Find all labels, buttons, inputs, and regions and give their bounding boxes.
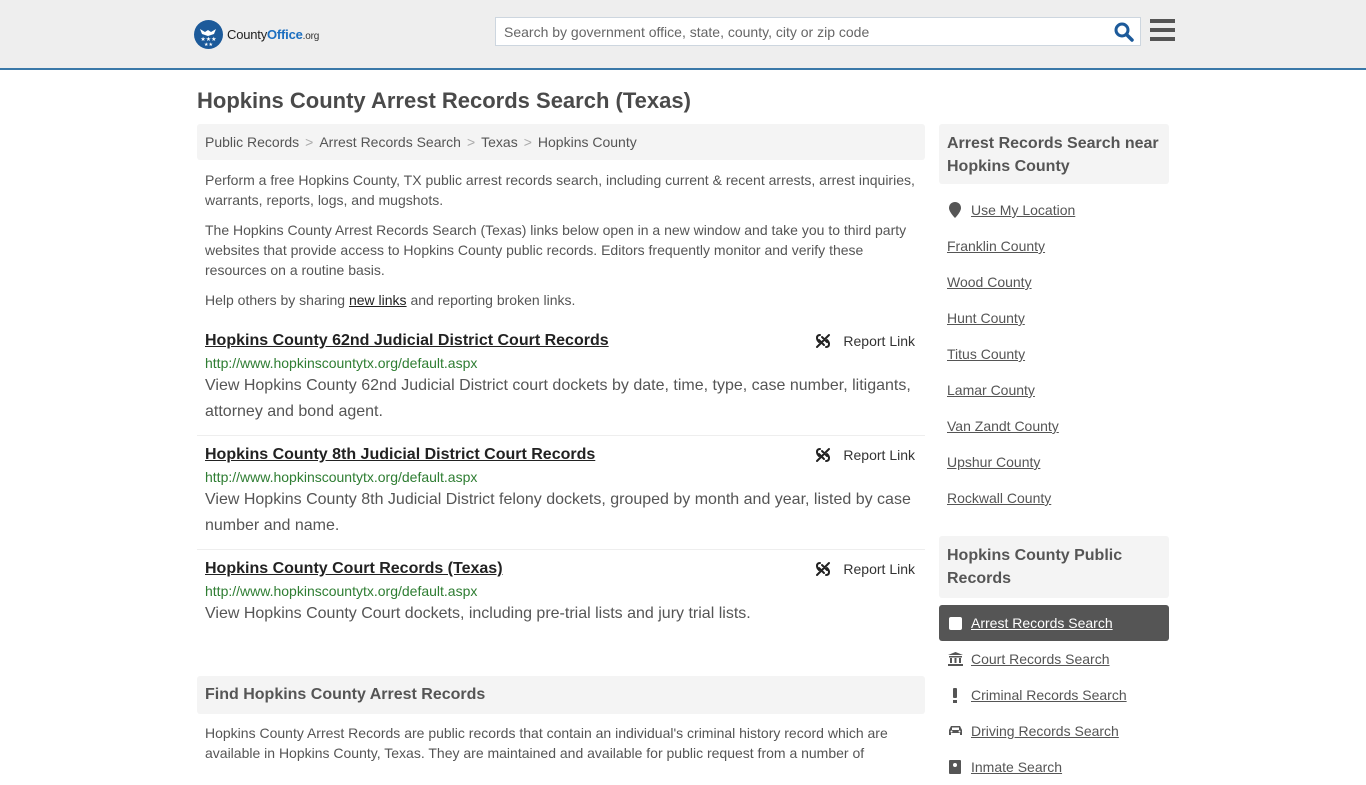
breadcrumb-texas[interactable]: Texas bbox=[481, 134, 518, 150]
inmate-icon bbox=[947, 760, 963, 774]
nearby-county-item: Upshur County bbox=[947, 444, 1167, 480]
square-icon bbox=[947, 616, 963, 630]
public-records-heading: Hopkins County Public Records bbox=[939, 536, 1169, 598]
broken-link-icon bbox=[816, 448, 831, 462]
site-logo[interactable]: ★★★ ★★ CountyOffice.org bbox=[194, 20, 319, 49]
county-link[interactable]: Lamar County bbox=[947, 382, 1035, 398]
report-link-button[interactable]: Report Link bbox=[815, 447, 915, 463]
breadcrumb-arrest-records-search[interactable]: Arrest Records Search bbox=[319, 134, 461, 150]
nearby-heading: Arrest Records Search near Hopkins Count… bbox=[939, 124, 1169, 184]
county-link[interactable]: Wood County bbox=[947, 274, 1032, 290]
public-records-item-driving[interactable]: Driving Records Search bbox=[939, 713, 1169, 749]
intro-paragraph-2: The Hopkins County Arrest Records Search… bbox=[205, 222, 907, 278]
public-records-link[interactable]: Driving Records Search bbox=[971, 723, 1119, 739]
county-link[interactable]: Rockwall County bbox=[947, 490, 1051, 506]
public-records-link[interactable]: Inmate Search bbox=[971, 759, 1062, 775]
breadcrumb-separator: > bbox=[466, 134, 476, 150]
breadcrumb-public-records[interactable]: Public Records bbox=[205, 134, 299, 150]
nearby-county-item: Van Zandt County bbox=[947, 408, 1167, 444]
county-link[interactable]: Franklin County bbox=[947, 238, 1045, 254]
public-records-item-inmate[interactable]: Inmate Search bbox=[939, 749, 1169, 785]
breadcrumb-separator: > bbox=[305, 134, 314, 150]
broken-link-icon bbox=[816, 562, 831, 576]
exclamation-icon bbox=[947, 687, 963, 703]
top-bar: ★★★ ★★ CountyOffice.org bbox=[0, 0, 1366, 70]
result-item: Hopkins County 62nd Judicial District Co… bbox=[197, 322, 925, 436]
intro-paragraph-1: Perform a free Hopkins County, TX public… bbox=[205, 172, 915, 208]
intro-text: Perform a free Hopkins County, TX public… bbox=[205, 170, 920, 320]
map-pin-icon bbox=[947, 202, 963, 218]
breadcrumb-separator: > bbox=[523, 134, 532, 150]
breadcrumb: Public Records > Arrest Records Search > Tex… bbox=[197, 124, 925, 160]
hamburger-menu-icon[interactable] bbox=[1150, 19, 1175, 41]
new-links-link[interactable]: new links bbox=[349, 292, 407, 308]
nearby-county-item: Titus County bbox=[947, 336, 1167, 372]
intro-paragraph-3: Help others by sharing new links and rep… bbox=[205, 292, 576, 308]
public-records-item-criminal[interactable]: Criminal Records Search bbox=[939, 677, 1169, 713]
result-url: http://www.hopkinscountytx.org/default.a… bbox=[205, 469, 478, 485]
county-link[interactable]: Titus County bbox=[947, 346, 1025, 362]
results-list: Hopkins County 62nd Judicial District Co… bbox=[197, 322, 925, 637]
public-records-link[interactable]: Court Records Search bbox=[971, 651, 1110, 667]
logo-text: CountyOffice.org bbox=[227, 27, 320, 42]
county-link[interactable]: Upshur County bbox=[947, 454, 1040, 470]
result-item: Hopkins County Court Records (Texas) Rep… bbox=[197, 550, 925, 637]
result-title-link[interactable]: Hopkins County Court Records (Texas) bbox=[205, 560, 503, 578]
result-description: View Hopkins County 8th Judicial Distric… bbox=[205, 491, 911, 534]
use-my-location-item: Use My Location bbox=[947, 192, 1167, 228]
result-title-link[interactable]: Hopkins County 62nd Judicial District Co… bbox=[205, 332, 609, 350]
search-input[interactable] bbox=[496, 18, 1096, 45]
public-records-item-arrest[interactable]: Arrest Records Search bbox=[939, 605, 1169, 641]
result-url: http://www.hopkinscountytx.org/default.a… bbox=[205, 355, 478, 371]
find-section-heading: Find Hopkins County Arrest Records bbox=[197, 676, 925, 714]
nearby-county-item: Hunt County bbox=[947, 300, 1167, 336]
public-records-link[interactable]: Arrest Records Search bbox=[971, 615, 1113, 631]
county-link[interactable]: Hunt County bbox=[947, 310, 1025, 326]
find-section-text: Hopkins County Arrest Records are public… bbox=[205, 725, 888, 761]
nearby-county-item: Wood County bbox=[947, 264, 1167, 300]
result-url: http://www.hopkinscountytx.org/default.a… bbox=[205, 583, 478, 599]
public-records-list: Arrest Records Search Court Records Sear… bbox=[939, 605, 1169, 785]
courthouse-icon bbox=[947, 652, 963, 666]
public-records-link[interactable]: Criminal Records Search bbox=[971, 687, 1127, 703]
result-title-link[interactable]: Hopkins County 8th Judicial District Cou… bbox=[205, 446, 595, 464]
search-icon[interactable] bbox=[1114, 22, 1134, 42]
svg-text:★★: ★★ bbox=[204, 42, 213, 48]
county-link[interactable]: Van Zandt County bbox=[947, 418, 1059, 434]
result-item: Hopkins County 8th Judicial District Cou… bbox=[197, 436, 925, 550]
car-icon bbox=[947, 725, 963, 737]
use-my-location-link[interactable]: Use My Location bbox=[971, 202, 1075, 218]
nearby-county-list: Use My Location Franklin County Wood Cou… bbox=[947, 192, 1167, 516]
eagle-logo-icon: ★★★ ★★ bbox=[194, 20, 223, 49]
broken-link-icon bbox=[816, 334, 831, 348]
public-records-item-court[interactable]: Court Records Search bbox=[939, 641, 1169, 677]
nearby-county-item: Rockwall County bbox=[947, 480, 1167, 516]
result-description: View Hopkins County 62nd Judicial Distri… bbox=[205, 377, 911, 420]
report-link-button[interactable]: Report Link bbox=[815, 333, 915, 349]
search-box bbox=[495, 17, 1141, 46]
report-link-button[interactable]: Report Link bbox=[815, 561, 915, 577]
result-description: View Hopkins County Court dockets, inclu… bbox=[205, 605, 751, 622]
breadcrumb-hopkins-county[interactable]: Hopkins County bbox=[538, 134, 637, 150]
page-title: Hopkins County Arrest Records Search (Te… bbox=[197, 88, 691, 113]
nearby-county-item: Lamar County bbox=[947, 372, 1167, 408]
nearby-county-item: Franklin County bbox=[947, 228, 1167, 264]
